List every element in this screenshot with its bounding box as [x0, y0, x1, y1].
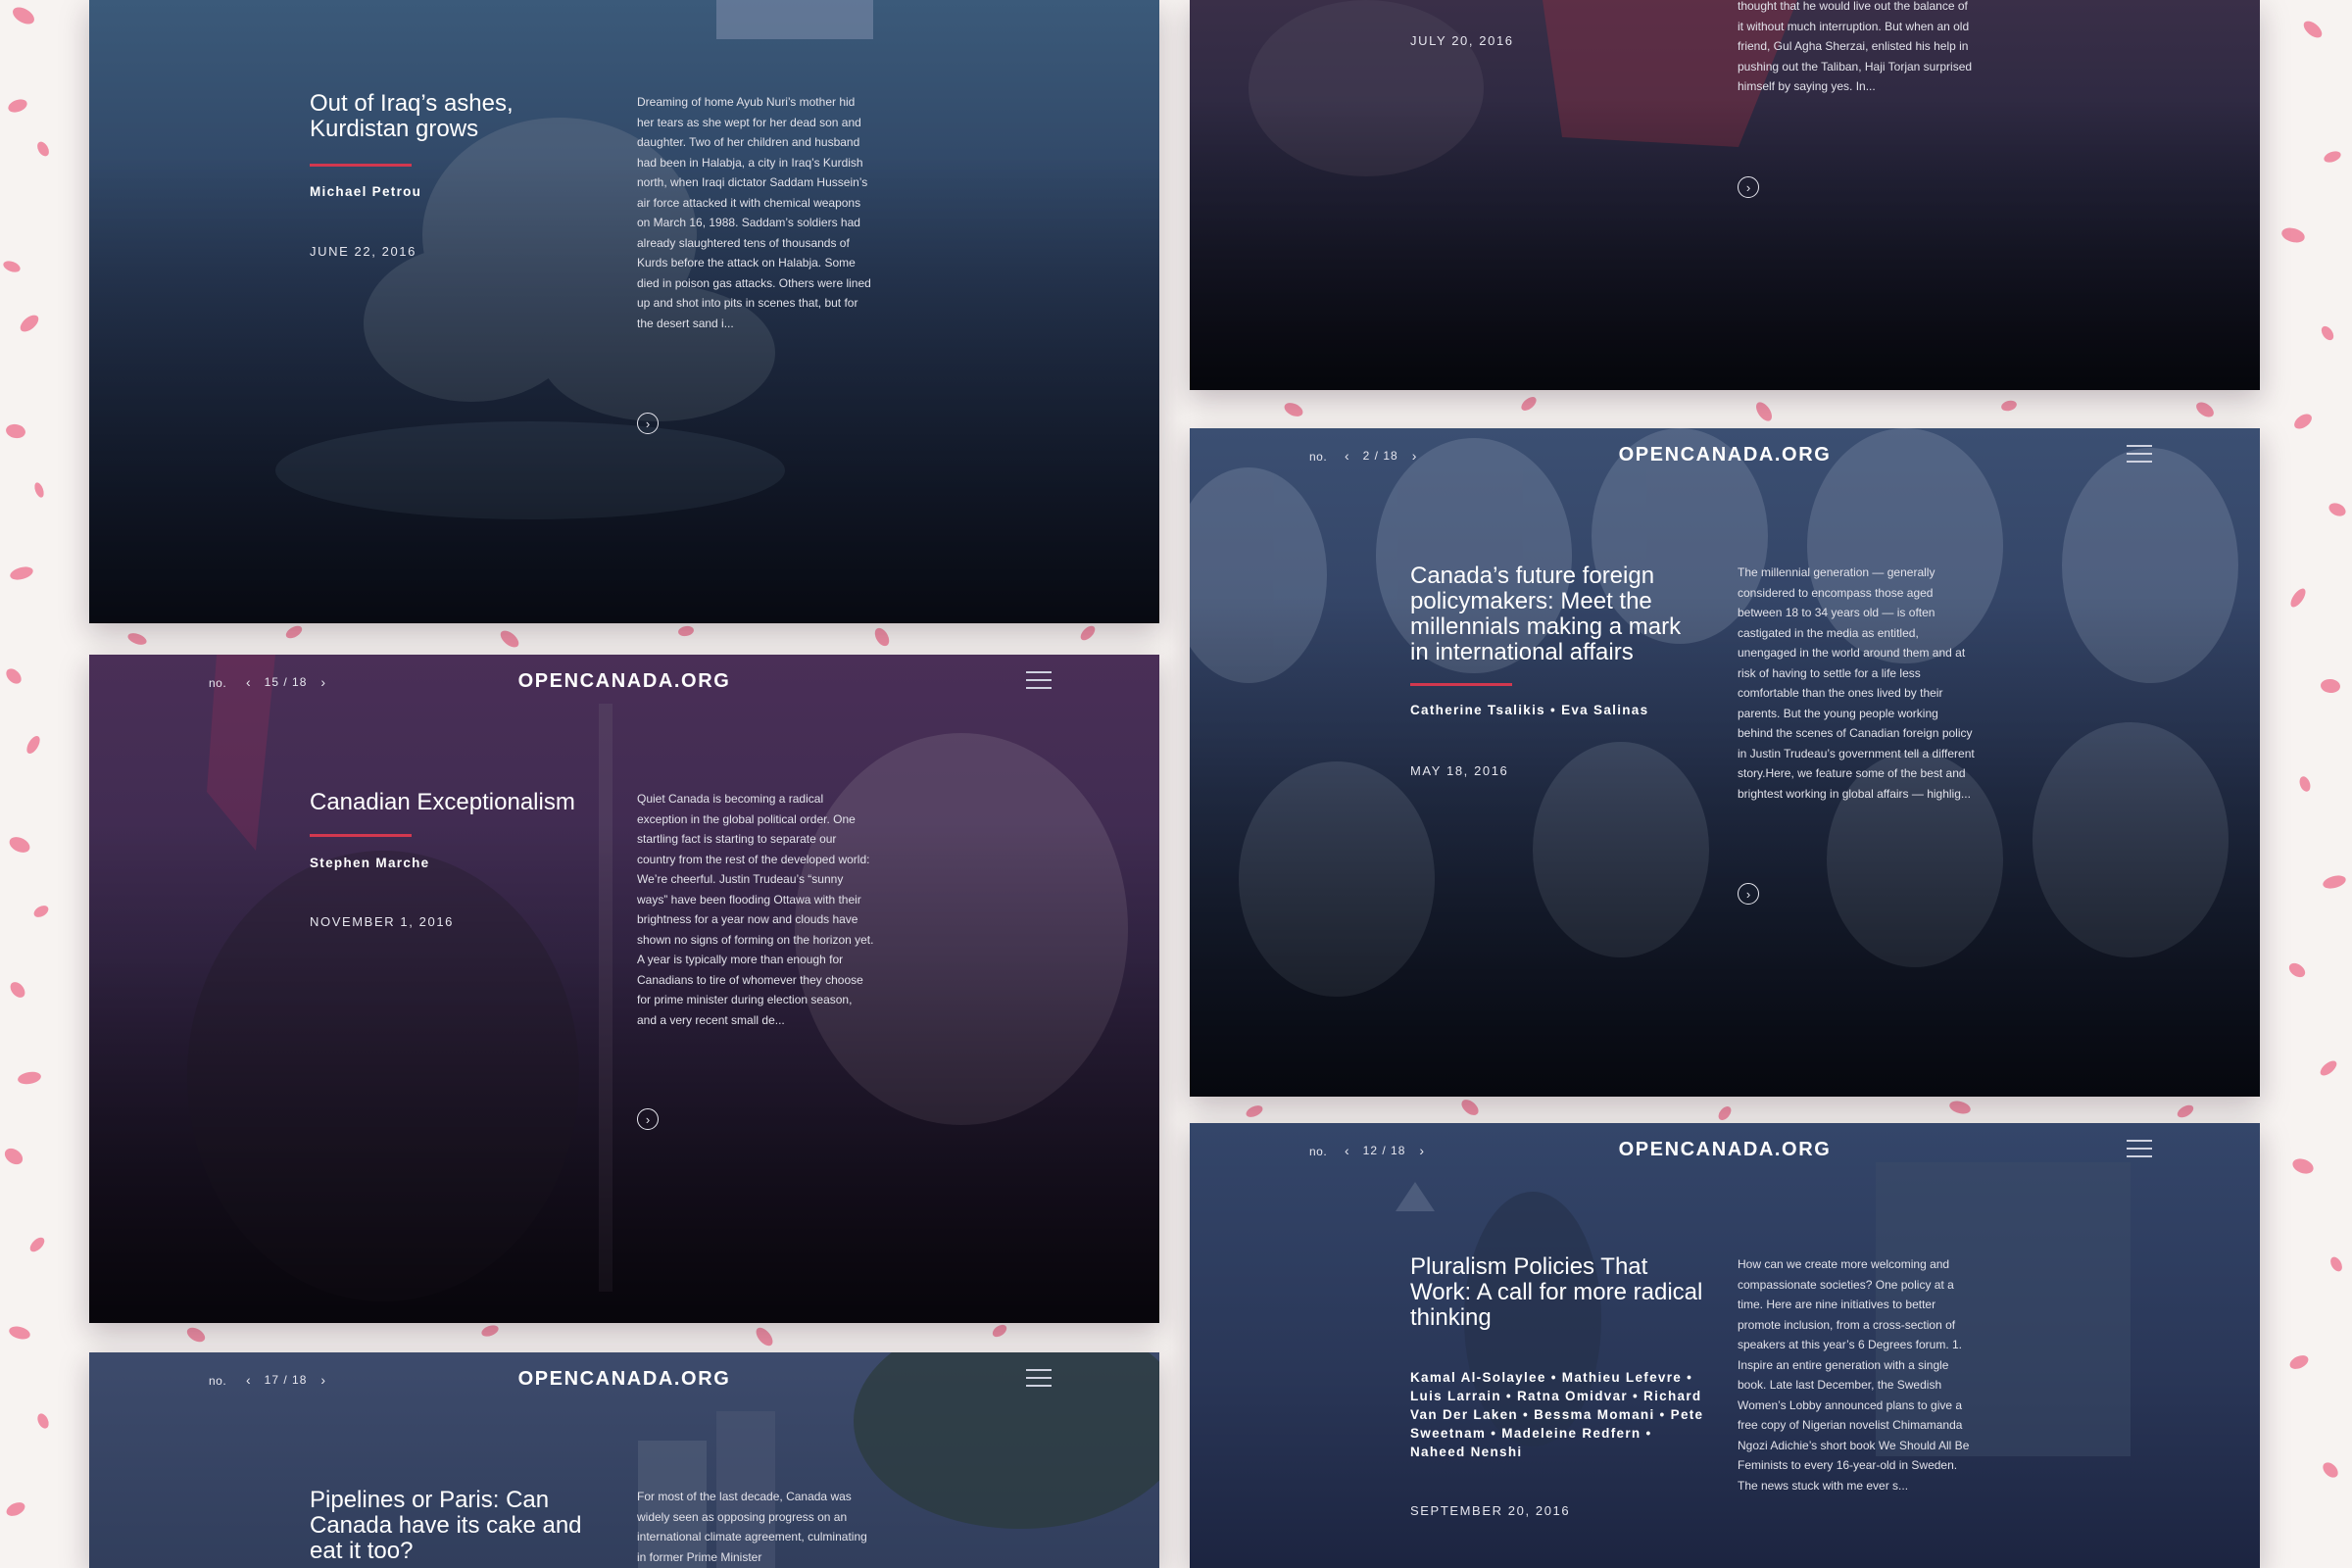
read-more-button[interactable]: › — [1738, 176, 1759, 198]
hamburger-menu-icon[interactable] — [2127, 445, 2152, 466]
article-authors[interactable]: Catherine Tsalikis • Eva Salinas — [1410, 701, 1709, 719]
article-title[interactable]: Pipelines or Paris: Can Canada have its … — [310, 1488, 604, 1564]
hamburger-menu-icon[interactable] — [1026, 671, 1052, 693]
article-title[interactable]: Canada’s future foreign policymakers: Me… — [1410, 564, 1704, 665]
top-navigation-bar: no. ‹ 17 / 18 › OPENCANADA.ORG — [89, 1352, 1159, 1411]
site-logo[interactable]: OPENCANADA.ORG — [1190, 1139, 2260, 1161]
top-navigation-bar: no. ‹ 12 / 18 › OPENCANADA.ORG — [1190, 1123, 2260, 1182]
article-card-kurdistan[interactable]: Out of Iraq’s ashes, Kurdistan grows Mic… — [89, 0, 1159, 623]
article-authors[interactable]: Kamal Al-Solaylee • Mathieu Lefevre • Lu… — [1410, 1368, 1709, 1461]
hamburger-menu-icon[interactable] — [1026, 1369, 1052, 1391]
article-card-afghanistan[interactable]: JULY 20, 2016 thought that he would live… — [1190, 0, 2260, 390]
article-title[interactable]: Out of Iraq’s ashes, Kurdistan grows — [310, 91, 604, 142]
article-card-pluralism[interactable]: no. ‹ 12 / 18 › OPENCANADA.ORG Pluralism… — [1190, 1123, 2260, 1568]
article-card-millennials[interactable]: no. ‹ 2 / 18 › OPENCANADA.ORG Canada’s f… — [1190, 428, 2260, 1097]
article-date: SEPTEMBER 20, 2016 — [1410, 1503, 1571, 1518]
article-excerpt: The millennial generation — generally co… — [1738, 565, 1975, 801]
accent-rule — [310, 834, 412, 837]
article-excerpt: thought that he would live out the balan… — [1738, 0, 1973, 93]
article-excerpt: How can we create more welcoming and com… — [1738, 1257, 1970, 1493]
site-logo[interactable]: OPENCANADA.ORG — [89, 1368, 1159, 1391]
read-more-button[interactable]: › — [637, 413, 659, 434]
article-title[interactable]: Pluralism Policies That Work: A call for… — [1410, 1254, 1704, 1331]
article-excerpt: Dreaming of home Ayub Nuri’s mother hid … — [637, 95, 871, 330]
article-excerpt: Quiet Canada is becoming a radical excep… — [637, 792, 874, 1027]
card-shade — [1190, 428, 2260, 1097]
card-shade — [89, 0, 1159, 623]
article-authors[interactable]: Stephen Marche — [310, 854, 609, 872]
card-shade — [1190, 0, 2260, 390]
article-title[interactable]: Canadian Exceptionalism — [310, 790, 604, 815]
article-date: NOVEMBER 1, 2016 — [310, 914, 454, 929]
article-date: MAY 18, 2016 — [1410, 763, 1509, 778]
read-more-button[interactable]: › — [1738, 883, 1759, 905]
article-date: JUNE 22, 2016 — [310, 244, 416, 259]
accent-rule — [310, 164, 412, 167]
site-logo[interactable]: OPENCANADA.ORG — [89, 670, 1159, 693]
card-shade — [89, 655, 1159, 1323]
card-illustration-street — [1396, 1162, 2131, 1456]
article-authors[interactable]: Michael Petrou — [310, 182, 609, 201]
hamburger-menu-icon[interactable] — [2127, 1140, 2152, 1161]
article-date: JULY 20, 2016 — [1410, 33, 1514, 48]
article-excerpt: For most of the last decade, Canada was … — [637, 1490, 867, 1564]
site-logo[interactable]: OPENCANADA.ORG — [1190, 444, 2260, 466]
top-navigation-bar: no. ‹ 15 / 18 › OPENCANADA.ORG — [89, 655, 1159, 713]
article-card-pipelines[interactable]: no. ‹ 17 / 18 › OPENCANADA.ORG Pipelines… — [89, 1352, 1159, 1568]
article-card-canadian-exceptionalism[interactable]: no. ‹ 15 / 18 › OPENCANADA.ORG Canadian … — [89, 655, 1159, 1323]
read-more-button[interactable]: › — [637, 1108, 659, 1130]
top-navigation-bar: no. ‹ 2 / 18 › OPENCANADA.ORG — [1190, 428, 2260, 487]
accent-rule — [1410, 683, 1512, 686]
